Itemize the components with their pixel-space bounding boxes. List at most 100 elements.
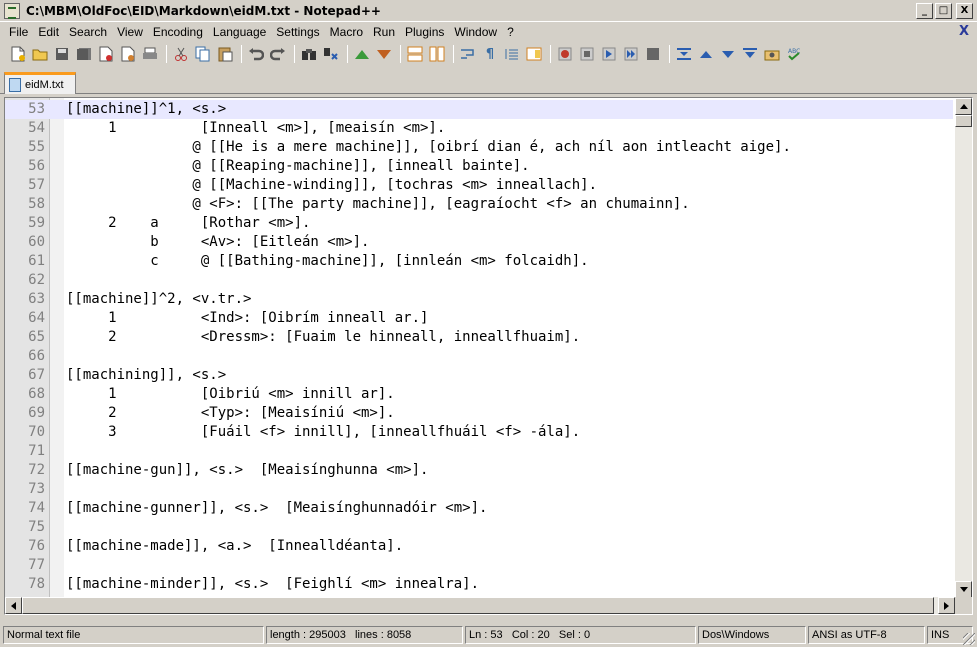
sync-h-icon[interactable] — [427, 44, 447, 64]
editor-line[interactable]: 61 c @ [[Bathing-machine]], [innleán <m>… — [5, 252, 953, 271]
menu-plugins[interactable]: Plugins — [400, 25, 449, 39]
redo-icon[interactable] — [268, 44, 288, 64]
up-icon[interactable] — [696, 44, 716, 64]
word-wrap-icon[interactable] — [458, 44, 478, 64]
editor-line[interactable]: 76 [[machine-made]], <a.> [Innealldéanta]… — [5, 537, 953, 556]
menu-settings[interactable]: Settings — [271, 25, 324, 39]
editor-line[interactable]: 54 1 [Inneall <m>], [meaisín <m>]. — [5, 119, 953, 138]
line-text[interactable]: @ <F>: [[The party machine]], [eagraíoch… — [66, 195, 689, 214]
editor-line[interactable]: 56 @ [[Reaping-machine]], [inneall baint… — [5, 157, 953, 176]
editor-line[interactable]: 74 [[machine-gunner]], <s.> [Meaisínghunn… — [5, 499, 953, 518]
menu-search[interactable]: Search — [64, 25, 112, 39]
run-macro-multiple-icon[interactable] — [621, 44, 641, 64]
line-text[interactable]: 1 <Ind>: [Oibrím inneall ar.] — [66, 309, 428, 328]
vertical-scroll-thumb[interactable] — [955, 115, 972, 127]
line-text[interactable]: @ [[Machine-winding]], [tochras <m> inne… — [66, 176, 597, 195]
horizontal-scrollbar[interactable] — [5, 597, 955, 614]
menu-language[interactable]: Language — [208, 25, 271, 39]
editor-line[interactable]: 77 — [5, 556, 953, 575]
menu-window[interactable]: Window — [449, 25, 502, 39]
doc-map-icon[interactable] — [524, 44, 544, 64]
zoom-out-icon[interactable] — [374, 44, 394, 64]
indent-guide-icon[interactable] — [502, 44, 522, 64]
save-icon[interactable] — [52, 44, 72, 64]
horizontal-scroll-thumb[interactable] — [22, 597, 934, 614]
editor-line[interactable]: 65 2 <Dressm>: [Fuaim le hinneall, innea… — [5, 328, 953, 347]
editor-line[interactable]: 53 [[machine]]^1, <s.> — [5, 100, 953, 119]
play-macro-icon[interactable] — [599, 44, 619, 64]
save-macro-icon[interactable] — [643, 44, 663, 64]
line-text[interactable]: 2 <Dressm>: [Fuaim le hinneall, inneallf… — [66, 328, 580, 347]
editor-line[interactable]: 62 — [5, 271, 953, 290]
resize-grip[interactable] — [963, 633, 975, 645]
scroll-right-button[interactable] — [938, 597, 955, 614]
editor-line[interactable]: 72 [[machine-gun]], <s.> [Meaisínghunna <… — [5, 461, 953, 480]
copy-icon[interactable] — [193, 44, 213, 64]
editor-line[interactable]: 60 b <Av>: [Eitleán <m>]. — [5, 233, 953, 252]
line-text[interactable]: @ [[He is a mere machine]], [oibrí dian … — [66, 138, 790, 157]
tab-eidm-txt[interactable]: eidM.txt — [4, 72, 76, 94]
line-text[interactable]: 3 [Fuáil <f> innill], [inneallfhuáil <f>… — [66, 423, 580, 442]
editor-line[interactable]: 78 [[machine-minder]], <s.> [Feighlí <m> … — [5, 575, 953, 594]
editor-line[interactable]: 63 [[machine]]^2, <v.tr.> — [5, 290, 953, 309]
editor-line[interactable]: 73 — [5, 480, 953, 499]
open-file-icon[interactable] — [30, 44, 50, 64]
line-text[interactable]: [[machine]]^2, <v.tr.> — [66, 290, 251, 309]
editor-line[interactable]: 68 1 [Oibriú <m> innill ar]. — [5, 385, 953, 404]
editor-line[interactable]: 55 @ [[He is a mere machine]], [oibrí di… — [5, 138, 953, 157]
menu-edit[interactable]: Edit — [33, 25, 64, 39]
text-area[interactable]: 53 [[machine]]^1, <s.> 54 1 [Inneall <m>],… — [5, 100, 953, 594]
line-text[interactable]: [[machine-gun]], <s.> [Meaisínghunna <m>… — [66, 461, 428, 480]
menu-encoding[interactable]: Encoding — [148, 25, 208, 39]
find-icon[interactable] — [299, 44, 319, 64]
menu-help[interactable]: ? — [502, 25, 519, 39]
close-button[interactable]: X — [956, 3, 973, 19]
line-text[interactable]: 1 [Oibriú <m> innill ar]. — [66, 385, 395, 404]
menu-file[interactable]: File — [4, 25, 33, 39]
editor-line[interactable]: 75 — [5, 518, 953, 537]
editor-line[interactable]: 70 3 [Fuáil <f> innill], [inneallfhuáil … — [5, 423, 953, 442]
zoom-in-icon[interactable] — [352, 44, 372, 64]
show-all-chars-icon[interactable]: ¶ — [480, 44, 500, 64]
line-text[interactable]: b <Av>: [Eitleán <m>]. — [66, 233, 369, 252]
spell-icon[interactable] — [762, 44, 782, 64]
scroll-up-button[interactable] — [955, 98, 972, 115]
line-text[interactable]: [[machine-made]], <a.> [Innealldéanta]. — [66, 537, 403, 556]
line-text[interactable]: 2 a [Rothar <m>]. — [66, 214, 310, 233]
menu-macro[interactable]: Macro — [325, 25, 368, 39]
spellcheck-icon[interactable]: ABC — [784, 44, 804, 64]
line-text[interactable]: @ [[Reaping-machine]], [inneall bainte]. — [66, 157, 529, 176]
scroll-down-button[interactable] — [955, 581, 972, 598]
save-all-icon[interactable] — [74, 44, 94, 64]
menu-run[interactable]: Run — [368, 25, 400, 39]
minimize-button[interactable]: _ — [916, 3, 933, 19]
line-text[interactable]: 1 [Inneall <m>], [meaisín <m>]. — [66, 119, 445, 138]
record-macro-icon[interactable] — [555, 44, 575, 64]
editor-line[interactable]: 67 [[machining]], <s.> — [5, 366, 953, 385]
close-all-icon[interactable] — [118, 44, 138, 64]
down-icon[interactable] — [718, 44, 738, 64]
editor-line[interactable]: 64 1 <Ind>: [Oibrím inneall ar.] — [5, 309, 953, 328]
editor-line[interactable]: 57 @ [[Machine-winding]], [tochras <m> i… — [5, 176, 953, 195]
sync-v-icon[interactable] — [405, 44, 425, 64]
line-text[interactable]: c @ [[Bathing-machine]], [innleán <m> fo… — [66, 252, 588, 271]
close-icon[interactable] — [96, 44, 116, 64]
cut-icon[interactable] — [171, 44, 191, 64]
undo-icon[interactable] — [246, 44, 266, 64]
line-text[interactable]: [[machine-minder]], <s.> [Feighlí <m> in… — [66, 575, 479, 594]
close-document-button[interactable]: X — [959, 24, 969, 39]
replace-icon[interactable] — [321, 44, 341, 64]
line-text[interactable]: [[machining]], <s.> — [66, 366, 226, 385]
print-icon[interactable] — [140, 44, 160, 64]
maximize-button[interactable]: □ — [935, 3, 952, 19]
trim-icon[interactable] — [674, 44, 694, 64]
scroll-left-button[interactable] — [5, 597, 22, 614]
editor-line[interactable]: 71 — [5, 442, 953, 461]
editor[interactable]: 53 [[machine]]^1, <s.> 54 1 [Inneall <m>],… — [4, 97, 973, 615]
line-text[interactable]: [[machine-gunner]], <s.> [Meaisínghunnad… — [66, 499, 487, 518]
line-text[interactable]: 2 <Typ>: [Meaisíniú <m>]. — [66, 404, 395, 423]
vertical-scrollbar[interactable] — [955, 98, 972, 598]
menu-view[interactable]: View — [112, 25, 148, 39]
line-text[interactable]: [[machine]]^1, <s.> — [66, 100, 226, 119]
editor-line[interactable]: 66 — [5, 347, 953, 366]
